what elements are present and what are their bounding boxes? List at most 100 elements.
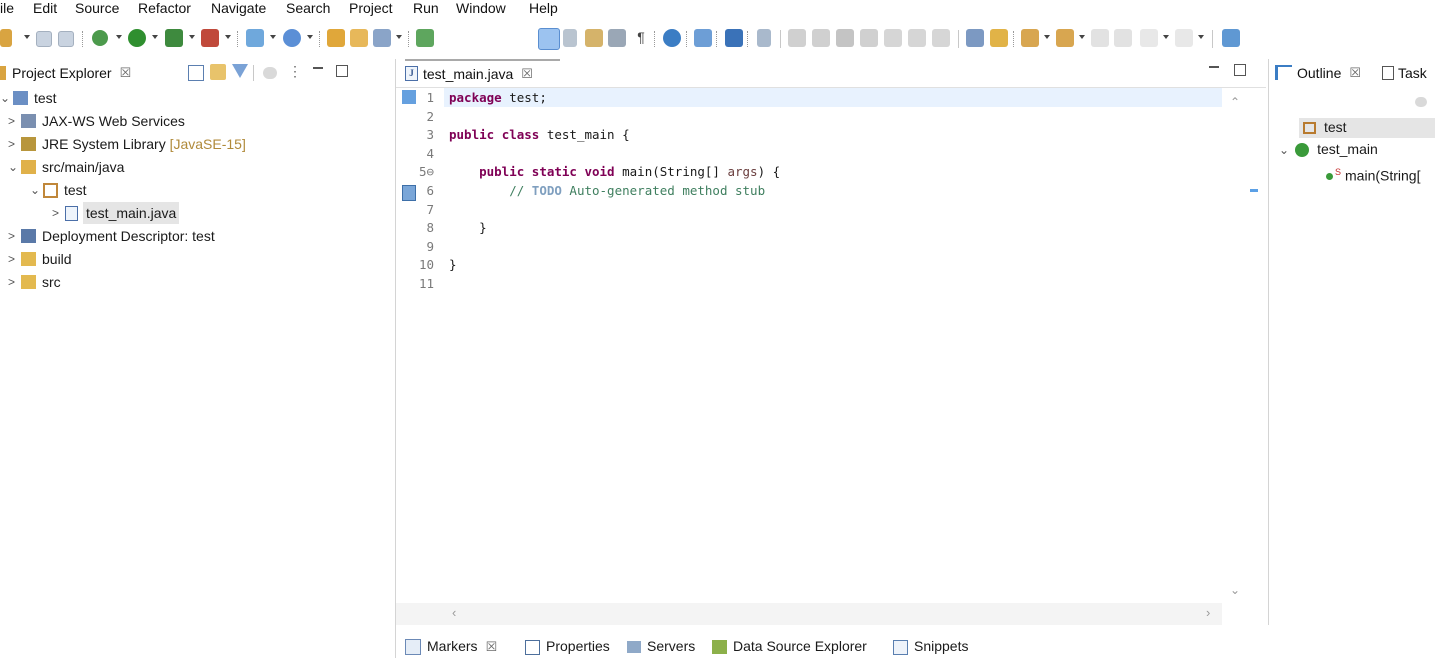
save-all-icon[interactable]: [58, 31, 74, 47]
back-icon[interactable]: [1140, 29, 1158, 47]
tab-properties[interactable]: Properties: [525, 634, 610, 658]
minimize-icon[interactable]: [1209, 66, 1219, 68]
tab-data-source-explorer[interactable]: Data Source Explorer: [712, 634, 867, 658]
outline-item-class[interactable]: ⌄ test_main: [1279, 139, 1378, 160]
forward-edit-icon[interactable]: [1114, 29, 1132, 47]
run-server-icon[interactable]: [165, 29, 183, 47]
code-line[interactable]: public static void main(String[] args) {: [449, 162, 780, 181]
external-tools-icon[interactable]: [201, 29, 219, 47]
menu-refactor[interactable]: Refactor: [138, 0, 191, 17]
back-dropdown-icon[interactable]: [1163, 35, 1169, 39]
link-with-editor-icon[interactable]: [210, 64, 226, 80]
step-return-icon[interactable]: [932, 29, 950, 47]
chevron-right-icon[interactable]: >: [8, 248, 15, 270]
next-annotation-icon[interactable]: [1021, 29, 1039, 47]
suspend-icon[interactable]: [812, 29, 830, 47]
save-icon[interactable]: [36, 31, 52, 47]
chevron-down-icon[interactable]: ⌄: [1279, 143, 1289, 157]
tab-project-explorer[interactable]: Project Explorer ☒: [0, 59, 150, 86]
tree-item[interactable]: > Deployment Descriptor: test: [0, 225, 394, 247]
open-type-icon[interactable]: [416, 29, 434, 47]
menu-project[interactable]: Project: [349, 0, 393, 17]
new-dropdown-icon[interactable]: [24, 35, 30, 39]
chevron-right-icon[interactable]: >: [8, 271, 15, 293]
code-line[interactable]: // TODO Auto-generated method stub: [449, 181, 765, 200]
toggle-mark-occurrences-icon[interactable]: [538, 28, 560, 50]
tab-test-main-java[interactable]: J test_main.java ☒: [405, 59, 560, 86]
new-server-icon[interactable]: [246, 29, 264, 47]
menu-edit[interactable]: Edit: [33, 0, 57, 17]
last-edit-location-icon[interactable]: [1091, 29, 1109, 47]
overview-ruler-marker[interactable]: [1250, 189, 1258, 192]
focus-icon[interactable]: [263, 67, 277, 79]
maximize-icon[interactable]: [1234, 64, 1246, 76]
previous-annotation-dropdown-icon[interactable]: [1079, 35, 1085, 39]
pilcrow-icon[interactable]: ¶: [632, 29, 650, 47]
menu-search[interactable]: Search: [286, 0, 330, 17]
toggle-breadcrumb-icon[interactable]: [563, 29, 577, 47]
menu-window[interactable]: Window: [456, 0, 506, 17]
menu-file[interactable]: ile: [0, 0, 14, 17]
new-web-dropdown-icon[interactable]: [307, 35, 313, 39]
scroll-left-icon[interactable]: ‹: [452, 605, 456, 620]
run-server-dropdown-icon[interactable]: [189, 35, 195, 39]
use-step-filters-icon[interactable]: [966, 29, 984, 47]
code-line[interactable]: }: [449, 218, 487, 237]
horizontal-scrollbar[interactable]: ‹ ›: [396, 603, 1222, 625]
chevron-down-icon[interactable]: ⌄: [30, 179, 40, 201]
run-icon[interactable]: [128, 29, 146, 47]
menu-help[interactable]: Help: [529, 0, 558, 17]
menu-run[interactable]: Run: [413, 0, 439, 17]
tree-item[interactable]: > JAX-WS Web Services: [0, 110, 394, 132]
resume-icon[interactable]: [788, 29, 806, 47]
console-icon[interactable]: [725, 29, 743, 47]
run-dropdown-icon[interactable]: [152, 35, 158, 39]
search-icon[interactable]: [694, 29, 712, 47]
block-selection-icon[interactable]: [585, 29, 603, 47]
maximize-icon[interactable]: [336, 65, 348, 77]
new-icon[interactable]: [0, 29, 12, 47]
tab-markers[interactable]: Markers ☒: [405, 634, 497, 658]
chevron-down-icon[interactable]: ⌄: [0, 87, 10, 109]
view-menu-icon[interactable]: ⋮: [288, 63, 302, 80]
focus-icon[interactable]: [1415, 97, 1427, 107]
chevron-right-icon[interactable]: >: [8, 225, 15, 247]
chevron-right-icon[interactable]: >: [8, 110, 15, 132]
show-whitespace-icon[interactable]: [608, 29, 626, 47]
drop-to-frame-icon[interactable]: [990, 29, 1008, 47]
wand-icon[interactable]: [373, 29, 391, 47]
menu-navigate[interactable]: Navigate: [211, 0, 266, 17]
tree-item[interactable]: ⌄ test: [0, 179, 394, 201]
chevron-down-icon[interactable]: ⌄: [8, 156, 18, 178]
previous-annotation-icon[interactable]: [1056, 29, 1074, 47]
filter-icon[interactable]: [232, 64, 248, 78]
debug-dropdown-icon[interactable]: [116, 35, 122, 39]
close-icon[interactable]: ☒: [486, 639, 498, 654]
wand-dropdown-icon[interactable]: [396, 35, 402, 39]
tab-snippets[interactable]: Snippets: [893, 634, 968, 658]
chevron-right-icon[interactable]: >: [52, 202, 59, 224]
forward-icon[interactable]: [1175, 29, 1193, 47]
code-line[interactable]: package test;: [449, 88, 547, 107]
tab-outline[interactable]: Outline ☒: [1275, 59, 1375, 86]
disconnect-icon[interactable]: [860, 29, 878, 47]
close-icon[interactable]: ☒: [120, 65, 132, 81]
next-annotation-dropdown-icon[interactable]: [1044, 35, 1050, 39]
close-icon[interactable]: ☒: [1349, 65, 1361, 81]
menu-source[interactable]: Source: [75, 0, 119, 17]
globe-icon[interactable]: [663, 29, 681, 47]
tree-item[interactable]: > build: [0, 248, 394, 270]
open-folder-icon[interactable]: [350, 29, 368, 47]
tree-item[interactable]: > test_main.java: [0, 202, 394, 224]
forward-dropdown-icon[interactable]: [1198, 35, 1204, 39]
open-perspective-icon[interactable]: [1222, 29, 1240, 47]
code-line[interactable]: public class test_main {: [449, 125, 630, 144]
chevron-right-icon[interactable]: >: [8, 133, 15, 155]
search-magnifier-icon[interactable]: [757, 29, 771, 47]
tree-item[interactable]: > src: [0, 271, 394, 293]
tab-servers[interactable]: Servers: [627, 634, 695, 658]
external-tools-dropdown-icon[interactable]: [225, 35, 231, 39]
tree-item[interactable]: ⌄ src/main/java: [0, 156, 394, 178]
new-web-icon[interactable]: [283, 29, 301, 47]
scroll-down-icon[interactable]: ⌄: [1230, 583, 1240, 597]
